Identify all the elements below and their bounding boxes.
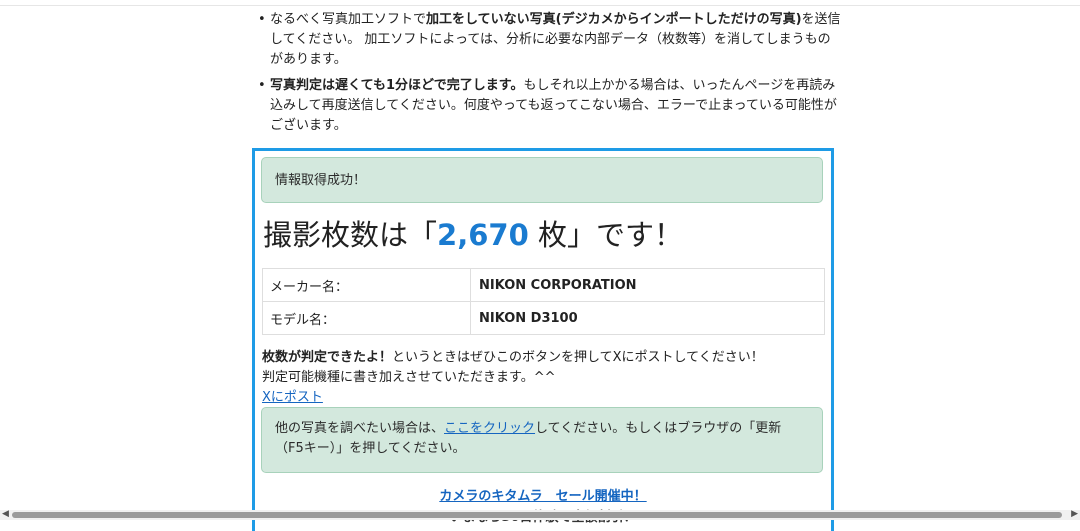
share-message: 枚数が判定できたよ！というときはぜひこのボタンを押してXにポストしてください！ (262, 348, 822, 368)
top-divider (0, 5, 1080, 6)
success-message: 情報取得成功！ (275, 173, 367, 188)
share-text: というときはぜひこのボタンを押してXにポストしてください！ (392, 350, 764, 365)
model-label: モデル名： (262, 301, 471, 335)
horizontal-scrollbar[interactable]: ◀ ▶ (0, 509, 1080, 520)
note-emphasis: 加工をしていない写真(デジカメからインポートしただけの写真) (426, 12, 802, 27)
note-text: なるべく写真加工ソフトで (270, 12, 427, 27)
table-row: モデル名： NIKON D3100 (262, 301, 825, 335)
headline-prefix: 撮影枚数は「 (263, 218, 438, 252)
kitamura-sale-link[interactable]: カメラのキタムラ セール開催中！ (439, 489, 646, 504)
bullet-icon: • (258, 12, 266, 27)
note-item: • なるべく写真加工ソフトで加工をしていない写真(デジカメからインポートしただけ… (258, 10, 842, 70)
share-emphasis: 枚数が判定できたよ！ (262, 350, 393, 365)
result-panel: 情報取得成功！ 撮影枚数は「2,670 枚」です！ メーカー名： NIKON C… (252, 148, 834, 531)
success-alert: 情報取得成功！ (261, 157, 823, 203)
share-section: 枚数が判定できたよ！というときはぜひこのボタンを押してXにポストしてください！ … (262, 348, 822, 408)
scroll-right-icon[interactable]: ▶ (1071, 509, 1078, 519)
scrollbar-thumb[interactable] (12, 512, 1062, 518)
promo-banner: カメラのキタムラ セール開催中！ (255, 485, 831, 504)
retry-alert: 他の写真を調べたい場合は、ここをクリックしてください。もしくはブラウザの「更新（… (261, 407, 823, 473)
maker-value: NIKON CORPORATION (470, 268, 825, 302)
shot-count-headline: 撮影枚数は「2,670 枚」です！ (263, 215, 683, 255)
table-row: メーカー名： NIKON CORPORATION (262, 268, 825, 302)
share-note: 判定可能機種に書き加えさせていただきます。^^ (262, 370, 556, 385)
camera-info-table: メーカー名： NIKON CORPORATION モデル名： NIKON D31… (262, 268, 825, 335)
retry-text: 他の写真を調べたい場合は、 (275, 421, 445, 436)
note-emphasis: 写真判定は遅くても1分ほどで完了します。 (270, 78, 524, 93)
model-value: NIKON D3100 (470, 301, 825, 335)
click-here-link[interactable]: ここをクリック (444, 421, 535, 436)
bullet-icon: • (258, 78, 266, 93)
note-item: • 写真判定は遅くても1分ほどで完了します。もしそれ以上かかる場合は、いったんペ… (258, 76, 842, 136)
headline-suffix: 枚」です！ (528, 218, 683, 252)
scroll-left-icon[interactable]: ◀ (2, 509, 9, 519)
post-to-x-link[interactable]: Xにポスト (262, 390, 323, 405)
shutter-count: 2,670 (437, 218, 529, 252)
maker-label: メーカー名： (262, 268, 471, 302)
upload-notes: • なるべく写真加工ソフトで加工をしていない写真(デジカメからインポートしただけ… (258, 10, 842, 142)
